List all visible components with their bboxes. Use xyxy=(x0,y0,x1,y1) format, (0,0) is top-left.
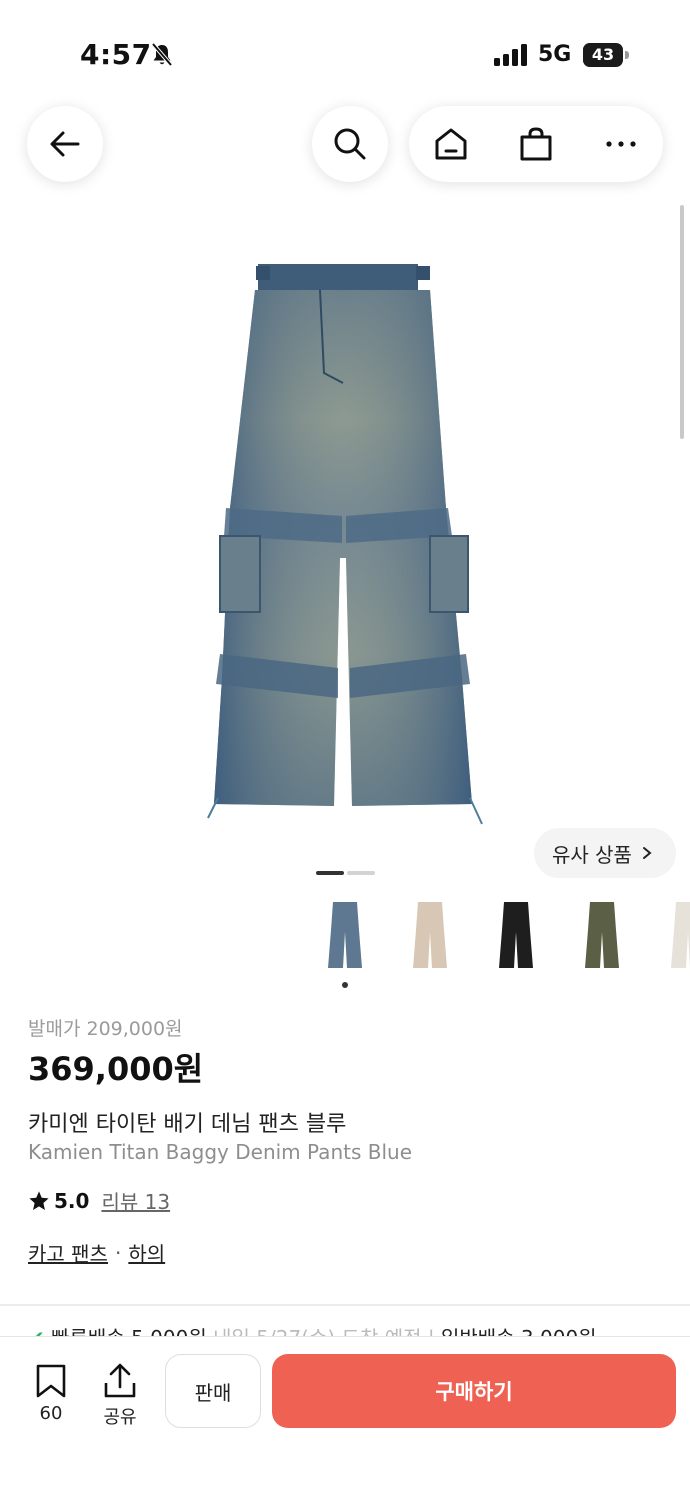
product-image[interactable] xyxy=(200,258,490,830)
shopping-bag-icon xyxy=(520,127,552,161)
home-icon xyxy=(435,128,467,160)
scrollbar[interactable] xyxy=(680,205,684,439)
variant-thumb-ivory[interactable] xyxy=(648,900,690,972)
share-icon xyxy=(104,1363,136,1398)
price: 369,000원 xyxy=(28,1050,204,1088)
search-button[interactable] xyxy=(312,106,388,182)
more-horizontal-icon xyxy=(606,141,636,147)
review-link[interactable]: 리뷰 13 xyxy=(101,1186,170,1215)
variant-thumb-black[interactable] xyxy=(476,900,556,972)
variant-image xyxy=(413,902,447,968)
page-dot xyxy=(347,871,375,875)
variant-image xyxy=(499,902,533,968)
variant-swatch xyxy=(413,902,447,968)
variant-thumb-blue[interactable] xyxy=(305,900,385,972)
category-link-bottoms[interactable]: 하의 xyxy=(128,1238,165,1267)
product-name-korean: 카미엔 타이탄 배기 데님 팬츠 블루 xyxy=(28,1112,347,1137)
bag-button[interactable] xyxy=(494,106,578,182)
variant-image xyxy=(585,902,619,968)
variant-swatch xyxy=(671,902,690,968)
similar-products-label: 유사 상품 xyxy=(552,842,632,867)
color-variant-list xyxy=(300,896,690,976)
product-name-english: Kamien Titan Baggy Denim Pants Blue xyxy=(28,1140,412,1164)
home-button[interactable] xyxy=(409,106,493,182)
cellular-signal-icon xyxy=(494,44,527,66)
buy-button[interactable]: 구매하기 xyxy=(272,1354,676,1428)
status-time: 4:57 xyxy=(80,38,152,71)
bottom-action-bar: 60 공유 판매 구매하기 xyxy=(0,1336,690,1500)
rating-row: 5.0 리뷰 13 xyxy=(28,1186,170,1215)
variant-swatch xyxy=(499,902,533,968)
category-link-cargo-pants[interactable]: 카고 팬츠 xyxy=(28,1238,108,1267)
nav-action-group xyxy=(409,106,663,182)
variant-swatch xyxy=(328,902,362,968)
rating-score: 5.0 xyxy=(54,1188,90,1213)
arrow-left-icon xyxy=(50,131,80,157)
search-icon xyxy=(334,128,366,160)
battery-icon: 43 xyxy=(583,43,629,67)
bookmark-icon xyxy=(36,1364,66,1398)
save-count: 60 xyxy=(39,1403,63,1424)
save-button[interactable]: 60 xyxy=(21,1363,81,1424)
variant-thumb-beige[interactable] xyxy=(390,900,470,972)
variant-swatch xyxy=(585,902,619,968)
star-icon xyxy=(29,1190,49,1210)
similar-products-button[interactable]: 유사 상품 xyxy=(534,828,676,878)
category-links: 카고 팬츠 · 하의 xyxy=(28,1238,165,1267)
more-button[interactable] xyxy=(579,106,663,182)
share-button[interactable]: 공유 xyxy=(90,1363,150,1429)
share-label: 공유 xyxy=(103,1407,137,1428)
original-price: 발매가 209,000원 xyxy=(28,1018,183,1040)
chevron-right-icon xyxy=(642,847,652,859)
category-separator: · xyxy=(114,1240,122,1265)
status-bar: 4:57 5G 43 xyxy=(0,0,690,100)
page-dot-active xyxy=(316,871,344,875)
sell-button[interactable]: 판매 xyxy=(165,1354,261,1428)
variant-image xyxy=(328,902,362,968)
back-button[interactable] xyxy=(27,106,103,182)
network-type: 5G xyxy=(538,42,572,67)
bell-off-icon xyxy=(151,42,173,67)
battery-level: 43 xyxy=(591,45,615,64)
variant-image xyxy=(671,902,690,968)
section-divider xyxy=(0,1304,690,1306)
variant-thumb-khaki[interactable] xyxy=(562,900,642,972)
selected-variant-dot xyxy=(342,982,348,988)
